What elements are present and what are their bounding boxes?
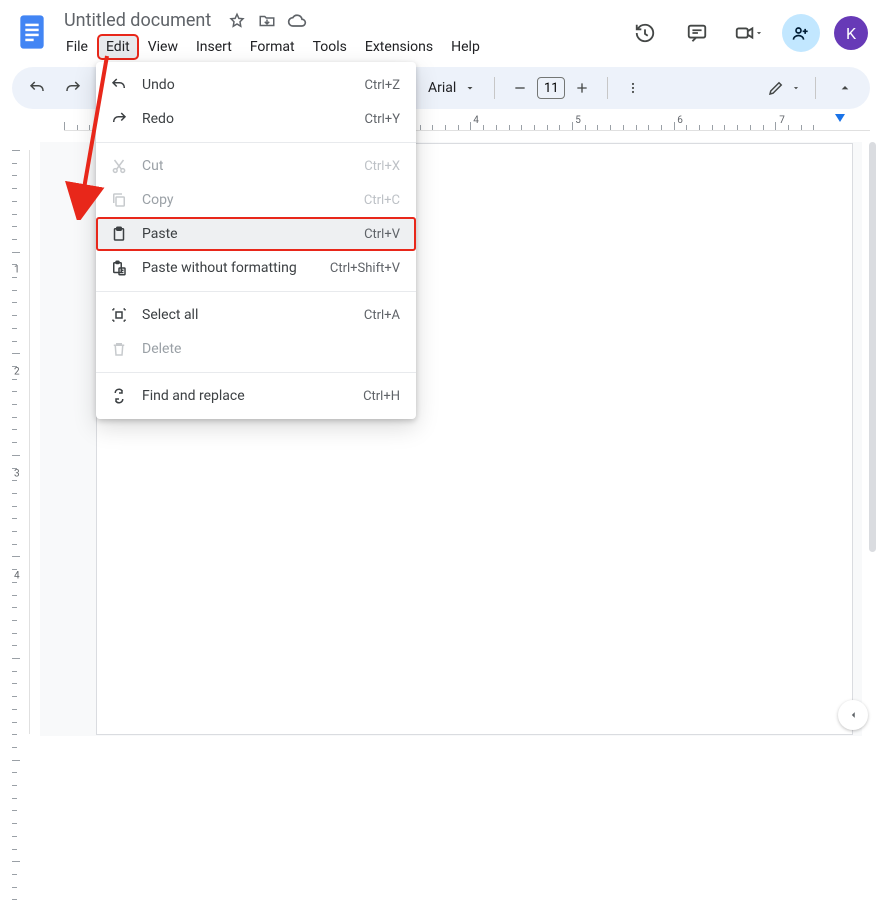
paste-plain-icon (110, 259, 128, 277)
star-icon[interactable] (227, 11, 247, 31)
menu-item-label: Redo (142, 111, 351, 127)
menu-item-shortcut: Ctrl+Z (365, 78, 400, 93)
menu-item-label: Paste (142, 226, 350, 242)
collapse-toolbar-button[interactable] (830, 73, 860, 103)
select-all-icon (110, 306, 128, 324)
menu-separator (96, 372, 416, 373)
docs-logo[interactable] (14, 8, 50, 56)
document-title[interactable]: Untitled document (58, 8, 217, 33)
menu-item-label: Cut (142, 158, 350, 174)
menu-item-cut: Cut Ctrl+X (96, 149, 416, 183)
menu-item-shortcut: Ctrl+Y (365, 112, 400, 127)
chevron-down-icon (464, 82, 476, 94)
history-icon[interactable] (626, 14, 664, 52)
toolbar-separator (815, 77, 816, 99)
comments-icon[interactable] (678, 14, 716, 52)
ruler-number: 6 (677, 115, 683, 126)
menu-separator (96, 291, 416, 292)
ruler-number: 7 (779, 115, 785, 126)
menu-item-label: Select all (142, 307, 350, 323)
ruler-number: 1 (14, 265, 20, 276)
delete-icon (110, 340, 128, 358)
scrollbar[interactable] (869, 142, 876, 552)
undo-icon (110, 76, 128, 94)
meet-icon[interactable] (730, 14, 768, 52)
vertical-ruler[interactable]: 1 2 3 4 (12, 150, 30, 734)
font-size-control: 11 (505, 73, 597, 103)
menu-item-redo[interactable]: Redo Ctrl+Y (96, 102, 416, 136)
chevron-down-icon (791, 83, 801, 93)
paste-icon (110, 225, 128, 243)
menu-format[interactable]: Format (242, 35, 303, 59)
ruler-number: 4 (14, 571, 20, 582)
menu-item-shortcut: Ctrl+V (364, 227, 400, 242)
menu-separator (96, 142, 416, 143)
menu-item-label: Paste without formatting (142, 260, 316, 276)
header-actions: K (626, 8, 868, 52)
font-family-label: Arial (428, 80, 456, 96)
menu-item-find-replace[interactable]: Find and replace Ctrl+H (96, 379, 416, 413)
editing-mode-button[interactable] (767, 79, 801, 97)
menu-item-label: Undo (142, 77, 351, 93)
find-replace-icon (110, 387, 128, 405)
font-size-value[interactable]: 11 (537, 77, 565, 99)
menu-item-label: Delete (142, 341, 386, 357)
menu-item-delete: Delete (96, 332, 416, 366)
toolbar-separator (607, 77, 608, 99)
title-bar: Untitled document FileEditViewInsertForm… (0, 0, 882, 59)
menu-insert[interactable]: Insert (188, 35, 240, 59)
menu-item-shortcut: Ctrl+H (363, 389, 400, 404)
undo-button[interactable] (22, 73, 52, 103)
increase-font-size-button[interactable] (567, 73, 597, 103)
menu-item-shortcut: Ctrl+C (364, 193, 400, 208)
menu-file[interactable]: File (58, 35, 96, 59)
menu-help[interactable]: Help (443, 35, 488, 59)
menu-item-shortcut: Ctrl+Shift+V (330, 261, 400, 276)
menu-item-shortcut: Ctrl+X (364, 159, 400, 174)
menu-item-label: Find and replace (142, 388, 349, 404)
menu-edit[interactable]: Edit (98, 35, 138, 59)
ruler-number: 4 (473, 115, 479, 126)
menu-item-select-all[interactable]: Select all Ctrl+A (96, 298, 416, 332)
redo-button[interactable] (58, 73, 88, 103)
edit-menu-dropdown: Undo Ctrl+Z Redo Ctrl+Y Cut Ctrl+X Copy Ctrl+C P… (96, 62, 416, 419)
share-button[interactable] (782, 14, 820, 52)
cloud-status-icon[interactable] (287, 11, 307, 31)
account-avatar[interactable]: K (834, 16, 868, 50)
move-icon[interactable] (257, 11, 277, 31)
redo-icon (110, 110, 128, 128)
font-family-selector[interactable]: Arial (420, 80, 484, 96)
menu-view[interactable]: View (140, 35, 186, 59)
right-indent-marker[interactable] (834, 113, 846, 123)
ruler-number: 2 (14, 367, 20, 378)
menu-extensions[interactable]: Extensions (357, 35, 441, 59)
menu-item-paste-plain[interactable]: Paste without formatting Ctrl+Shift+V (96, 251, 416, 285)
menu-bar: FileEditViewInsertFormatToolsExtensionsH… (58, 35, 626, 59)
menu-item-copy: Copy Ctrl+C (96, 183, 416, 217)
ruler-number: 3 (14, 469, 20, 480)
menu-item-paste[interactable]: Paste Ctrl+V (96, 217, 416, 251)
decrease-font-size-button[interactable] (505, 73, 535, 103)
copy-icon (110, 191, 128, 209)
menu-item-label: Copy (142, 192, 350, 208)
ruler-number: 5 (575, 115, 581, 126)
menu-tools[interactable]: Tools (305, 35, 355, 59)
menu-item-shortcut: Ctrl+A (364, 308, 400, 323)
more-tools-icon[interactable] (618, 73, 648, 103)
menu-item-undo[interactable]: Undo Ctrl+Z (96, 68, 416, 102)
explore-button[interactable] (838, 700, 868, 730)
toolbar-separator (494, 77, 495, 99)
cut-icon (110, 157, 128, 175)
